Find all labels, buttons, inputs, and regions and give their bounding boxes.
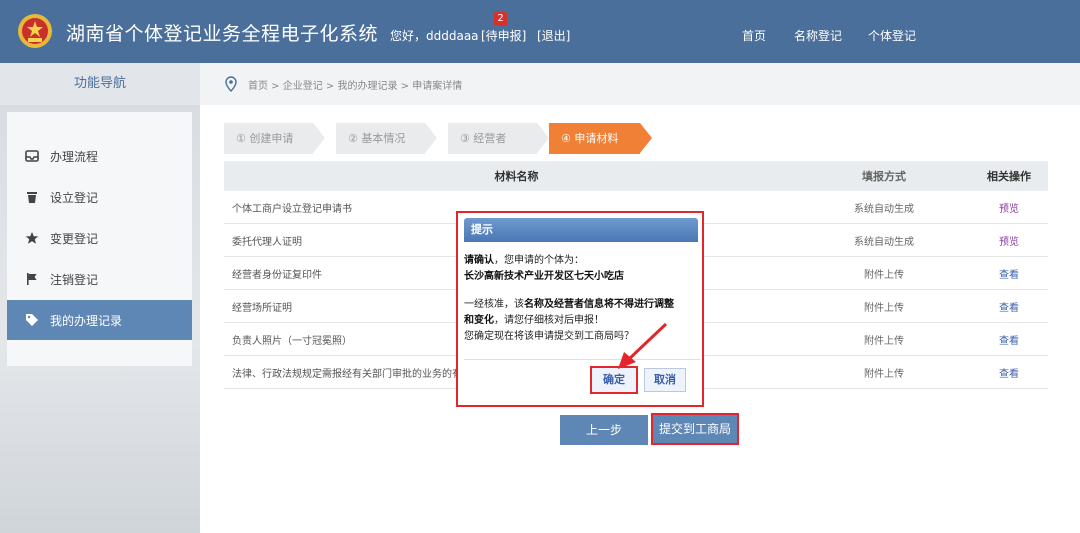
nav-name-registration[interactable]: 名称登记 — [794, 27, 842, 44]
step-application-materials[interactable]: ④ 申请材料 — [549, 123, 652, 154]
header-material-name: 材料名称 — [494, 170, 539, 183]
user-greeting: 您好，ddddaaa — [390, 29, 479, 43]
preview-link[interactable]: 预览 — [999, 233, 1019, 248]
confirm-prompt-rest: ，您申请的个体为： — [494, 255, 584, 266]
confirm-question: 您确定现在将该申请提交到工商局吗？ — [464, 331, 634, 342]
confirm-dialog: 提示 请确认，您申请的个体为： 长沙高新技术产业开发区七天小吃店 一经核准，该名… — [456, 211, 704, 407]
warning-prefix: 一经核准，该 — [464, 299, 524, 310]
sidebar-title: 功能导航 — [0, 63, 200, 105]
submit-to-bureau-button[interactable]: 提交到工商局 — [651, 413, 739, 445]
material-name: 法律、行政法规规定需报经有关部门审批的业务的有 — [232, 368, 462, 380]
fill-mode: 附件上传 — [864, 302, 904, 314]
location-pin-icon — [225, 76, 237, 92]
header-operations: 相关操作 — [987, 170, 1031, 183]
breadcrumb-bar: 首页 > 企业登记 > 我的办理记录 > 申请案详情 — [200, 63, 1080, 105]
red-pointer-arrow-icon — [618, 322, 668, 369]
fill-mode: 附件上传 — [864, 269, 904, 281]
preview-link[interactable]: 预览 — [999, 200, 1019, 215]
logout-link[interactable]: [退出] — [537, 27, 570, 44]
todo-link[interactable]: [待申报] — [481, 27, 526, 44]
nav-home[interactable]: 首页 — [742, 27, 766, 44]
app-title: 湖南省个体登记业务全程电子化系统 — [66, 23, 379, 45]
material-name: 委托代理人证明 — [232, 236, 302, 248]
step-create-application[interactable]: ① 创建申请 — [224, 123, 325, 154]
view-link[interactable]: 查看 — [999, 332, 1019, 347]
warning-rest: ，请您仔细核对后申报！ — [494, 315, 604, 326]
breadcrumb[interactable]: 首页 > 企业登记 > 我的办理记录 > 申请案详情 — [248, 77, 462, 92]
national-emblem-icon — [18, 14, 52, 48]
tag-icon — [26, 314, 38, 326]
sidebar-item-label: 变更登记 — [50, 231, 99, 246]
flag-icon — [27, 273, 37, 285]
sidebar-item-label: 注销登记 — [50, 272, 99, 287]
dialog-title: 提示 — [464, 218, 698, 242]
table-header: 材料名称 填报方式 相关操作 — [224, 161, 1048, 191]
nav-individual-registration[interactable]: 个体登记 — [868, 27, 916, 44]
step-operator[interactable]: ③ 经营者 — [448, 123, 549, 154]
trash-icon — [27, 192, 37, 203]
fill-mode: 附件上传 — [864, 368, 904, 380]
view-link[interactable]: 查看 — [999, 299, 1019, 314]
fill-mode: 系统自动生成 — [854, 236, 914, 248]
inbox-icon — [25, 150, 39, 162]
sidebar-item-establish[interactable]: 设立登记 — [7, 177, 192, 217]
material-name: 负责人照片（一寸冠冕照） — [232, 335, 352, 347]
warning-bold: 名称及经营者信息将不得进行调整 — [524, 299, 674, 310]
material-name: 经营者身份证复印件 — [232, 269, 322, 281]
star-icon — [25, 232, 39, 244]
sidebar-item-cancel[interactable]: 注销登记 — [7, 259, 192, 299]
view-link[interactable]: 查看 — [999, 365, 1019, 380]
fill-mode: 附件上传 — [864, 335, 904, 347]
sidebar-item-label: 我的办理记录 — [50, 313, 123, 328]
fill-mode: 系统自动生成 — [854, 203, 914, 215]
sidebar-item-label: 设立登记 — [50, 190, 99, 205]
sidebar-item-my-records[interactable]: 我的办理记录 — [7, 300, 192, 340]
top-header: 湖南省个体登记业务全程电子化系统 您好，ddddaaa 2 [待申报] [退出]… — [0, 0, 1080, 63]
warning-bold-2: 和变化 — [464, 315, 494, 326]
sidebar-item-label: 办理流程 — [50, 149, 99, 164]
previous-step-button[interactable]: 上一步 — [560, 415, 648, 445]
business-name: 长沙高新技术产业开发区七天小吃店 — [464, 271, 624, 282]
sidebar-item-process[interactable]: 办理流程 — [7, 136, 192, 176]
step-basic-info[interactable]: ② 基本情况 — [336, 123, 437, 154]
sidebar-item-change[interactable]: 变更登记 — [7, 218, 192, 258]
todo-count-badge: 2 — [494, 12, 507, 26]
material-name: 个体工商户设立登记申请书 — [232, 203, 352, 215]
confirm-prompt: 请确认 — [464, 255, 494, 266]
header-fill-mode: 填报方式 — [862, 170, 906, 183]
material-name: 经营场所证明 — [232, 302, 292, 314]
view-link[interactable]: 查看 — [999, 266, 1019, 281]
